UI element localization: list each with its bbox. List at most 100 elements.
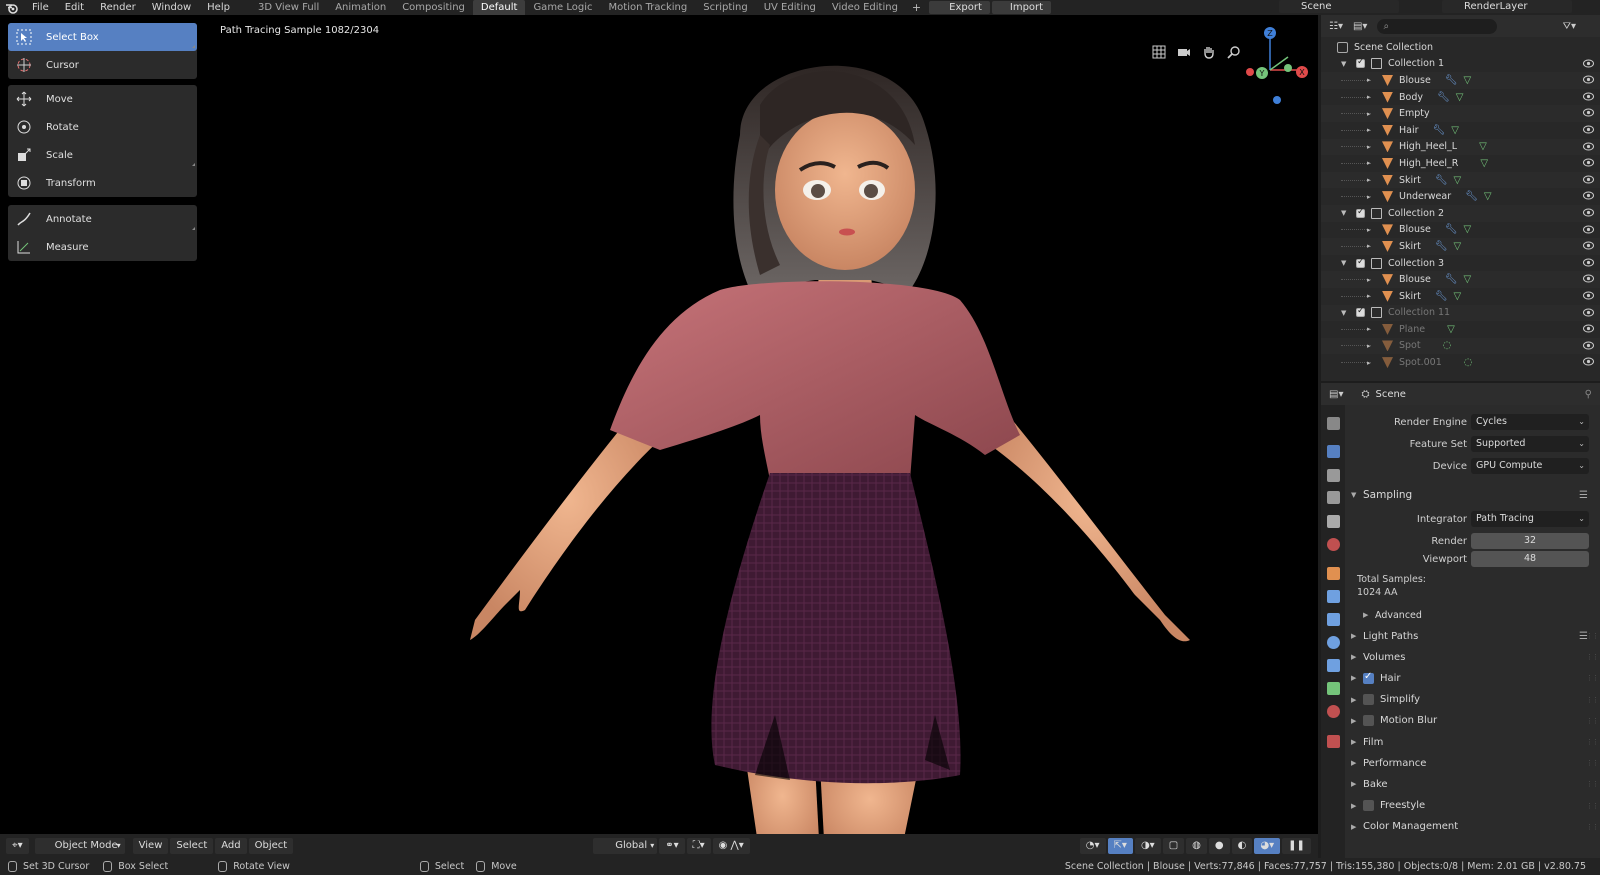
- material-tab-icon[interactable]: [1327, 705, 1340, 718]
- outliner-search-input[interactable]: ⌕: [1377, 18, 1498, 34]
- drag-grip-icon[interactable]: ⋮⋮: [1586, 759, 1599, 767]
- drag-grip-icon[interactable]: ⋮⋮: [1586, 802, 1599, 810]
- grid-toggle-icon[interactable]: [1150, 43, 1168, 61]
- outliner-object-row[interactable]: ▸ Spot.001 ◌: [1321, 354, 1600, 371]
- expand-arrow-icon[interactable]: ▼: [1341, 60, 1350, 68]
- tool-rotate[interactable]: Rotate: [8, 113, 197, 141]
- wrench-modifier-icon[interactable]: 🔧︎: [1445, 274, 1458, 285]
- exclude-checkbox[interactable]: [1356, 207, 1365, 218]
- visibility-eye-icon[interactable]: [1583, 241, 1594, 250]
- scene-tab-icon[interactable]: [1327, 515, 1340, 528]
- visibility-eye-icon[interactable]: [1583, 357, 1594, 366]
- outliner-object-row[interactable]: ▸ Blouse 🔧︎ ▽: [1321, 222, 1600, 239]
- object-menu[interactable]: Object: [248, 838, 294, 854]
- display-mode-icon[interactable]: ▤▾: [1353, 21, 1367, 32]
- texture-tab-icon[interactable]: [1327, 735, 1340, 748]
- exclude-checkbox[interactable]: [1356, 306, 1365, 318]
- exclude-checkbox[interactable]: [1356, 257, 1365, 268]
- visibility-eye-icon[interactable]: [1583, 59, 1594, 68]
- outliner-object-row[interactable]: ▸ Spot ◌: [1321, 337, 1600, 355]
- presets-list-icon[interactable]: ☰: [1579, 490, 1588, 501]
- render-samples-input[interactable]: 32: [1471, 533, 1589, 549]
- editor-type-icon[interactable]: ⌖▾: [6, 838, 29, 854]
- mesh-data-icon[interactable]: ▽: [1464, 75, 1472, 86]
- section-enable-checkbox[interactable]: [1363, 694, 1374, 706]
- exclude-checkbox[interactable]: [1356, 57, 1365, 69]
- wrench-modifier-icon[interactable]: 🔧︎: [1465, 191, 1478, 202]
- modifier-tab-icon[interactable]: [1327, 590, 1340, 603]
- expand-arrow-icon[interactable]: ▸: [1367, 242, 1376, 250]
- visibility-eye-icon[interactable]: [1583, 208, 1594, 217]
- drag-grip-icon[interactable]: ⋮⋮: [1586, 738, 1599, 746]
- outliner-object-row[interactable]: ▸ Body 🔧︎ ▽: [1321, 89, 1600, 106]
- wrench-modifier-icon[interactable]: 🔧︎: [1445, 224, 1458, 235]
- mesh-data-icon[interactable]: ▽: [1456, 92, 1464, 103]
- tab-compositing[interactable]: Compositing: [394, 0, 473, 15]
- output-tab-icon[interactable]: [1327, 469, 1340, 482]
- visibility-eye-icon[interactable]: [1583, 308, 1594, 317]
- object-tab-icon[interactable]: [1327, 567, 1340, 580]
- expand-arrow-icon[interactable]: ▸: [1367, 292, 1376, 300]
- pan-hand-icon[interactable]: [1200, 43, 1218, 61]
- section-header-bake[interactable]: ▶ Bake ⋮⋮: [1351, 774, 1599, 794]
- sampling-section-header[interactable]: ▼ Sampling ☰: [1351, 485, 1596, 505]
- expand-arrow-icon[interactable]: ▸: [1367, 276, 1376, 284]
- expand-arrow-icon[interactable]: ▸: [1367, 193, 1376, 201]
- visibility-eye-icon[interactable]: [1583, 291, 1594, 300]
- snap-toggle[interactable]: ⛶▾: [686, 838, 711, 854]
- device-select[interactable]: GPU Compute ⌄: [1471, 458, 1589, 474]
- expand-arrow-icon[interactable]: ▸: [1367, 126, 1376, 134]
- outliner-collection-row[interactable]: ▼ Collection 3: [1321, 255, 1600, 272]
- camera-view-icon[interactable]: [1175, 43, 1193, 61]
- expand-arrow-icon[interactable]: ▸: [1367, 176, 1376, 184]
- viewport-samples-input[interactable]: 48: [1471, 551, 1589, 567]
- visibility-eye-icon[interactable]: [1583, 142, 1594, 151]
- select-menu[interactable]: Select: [170, 838, 214, 854]
- section-header-simplify[interactable]: ▶ Simplify ⋮⋮: [1351, 690, 1599, 710]
- menu-window[interactable]: Window: [144, 0, 199, 15]
- expand-arrow-icon[interactable]: ▸: [1367, 143, 1376, 151]
- pin-icon[interactable]: ⚲: [1585, 389, 1592, 400]
- overlays-toggle[interactable]: ◑▾: [1134, 838, 1161, 854]
- scene-collection-row[interactable]: Scene Collection: [1321, 39, 1600, 56]
- mesh-data-icon[interactable]: ▽: [1451, 125, 1459, 136]
- shading-wireframe-button[interactable]: ◍: [1186, 838, 1207, 854]
- section-enable-checkbox[interactable]: [1363, 800, 1374, 812]
- add-workspace-button[interactable]: +: [912, 1, 921, 14]
- proportional-edit-toggle[interactable]: ◉ ⋀▾: [712, 838, 750, 854]
- tool-settings-tab-icon[interactable]: [1327, 417, 1340, 430]
- outliner-object-row[interactable]: ▸ High_Heel_R ▽: [1321, 155, 1600, 172]
- outliner-object-row[interactable]: ▸ Skirt 🔧︎ ▽: [1321, 171, 1600, 189]
- tab-3d-view-full[interactable]: 3D View Full: [250, 0, 327, 15]
- physics-tab-icon[interactable]: [1327, 636, 1340, 649]
- expand-arrow-icon[interactable]: ▸: [1367, 342, 1376, 350]
- tab-motion-tracking[interactable]: Motion Tracking: [601, 0, 696, 15]
- render-tab-icon[interactable]: [1327, 445, 1340, 458]
- tool-transform[interactable]: Transform: [8, 169, 197, 197]
- drag-grip-icon[interactable]: ⋮⋮: [1586, 674, 1599, 682]
- scene-selector[interactable]: Scene: [1279, 0, 1399, 13]
- section-enable-checkbox[interactable]: [1363, 671, 1374, 684]
- export-button[interactable]: Export: [929, 1, 990, 14]
- visibility-eye-icon[interactable]: [1583, 191, 1594, 200]
- visibility-eye-icon[interactable]: [1583, 324, 1594, 333]
- drag-grip-icon[interactable]: ⋮⋮: [1586, 823, 1599, 831]
- outliner-object-row[interactable]: ▸ Empty: [1321, 105, 1600, 122]
- visibility-eye-icon[interactable]: [1583, 225, 1594, 234]
- outliner-collection-row[interactable]: ▼ Collection 2: [1321, 204, 1600, 222]
- menu-file[interactable]: File: [24, 0, 57, 15]
- expand-arrow-icon[interactable]: ▼: [1341, 309, 1350, 317]
- tab-default[interactable]: Default: [472, 0, 526, 15]
- import-button[interactable]: Import: [991, 1, 1052, 14]
- visibility-eye-icon[interactable]: [1583, 258, 1594, 267]
- particles-tab-icon[interactable]: [1327, 613, 1340, 626]
- section-header-freestyle[interactable]: ▶ Freestyle ⋮⋮: [1351, 796, 1599, 816]
- expand-arrow-icon[interactable]: ▼: [1341, 259, 1350, 267]
- editor-type-icon[interactable]: ☷▾: [1329, 21, 1343, 32]
- object-mode-select[interactable]: Object Mode ▾: [34, 838, 125, 854]
- tool-measure[interactable]: Measure: [8, 233, 197, 261]
- mesh-data-icon[interactable]: ▽: [1479, 141, 1487, 152]
- visibility-eye-icon[interactable]: [1583, 75, 1594, 84]
- expand-arrow-icon[interactable]: ▸: [1367, 76, 1376, 84]
- menu-help[interactable]: Help: [199, 0, 238, 15]
